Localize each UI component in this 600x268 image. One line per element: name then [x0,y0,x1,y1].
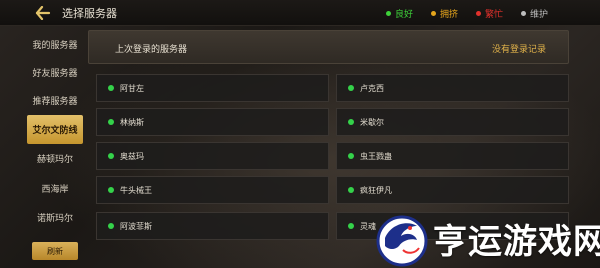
legend-crowded-label: 拥挤 [439,9,458,20]
server-item[interactable]: 阿甘左 [96,74,329,102]
server-item[interactable]: 疯狂伊凡 [336,176,569,204]
legend-crowded: 拥挤 [430,7,458,20]
status-dot [108,119,114,125]
last-login-panel: 上次登录的服务器 没有登录记录 [88,30,569,64]
server-item[interactable]: 卢克西 [336,74,569,102]
status-dot [108,187,114,193]
sidebar-item-norsemyre[interactable]: 诺斯玛尔 [27,203,83,232]
last-login-title: 上次登录的服务器 [115,45,188,55]
refresh-button[interactable]: 刷新 [32,242,78,260]
legend-good-dot [385,10,391,16]
server-name: 奥兹玛 [120,151,144,161]
status-dot [108,153,114,159]
server-item[interactable]: 米歇尔 [336,108,569,136]
legend-maintenance: 维护 [520,7,548,20]
server-name: 卢克西 [360,83,384,93]
server-name: 林纳斯 [120,117,144,127]
sidebar-item-elvenguard[interactable]: 艾尔文防线 [27,115,83,144]
status-dot [108,223,114,229]
status-dot [348,223,354,229]
sidebar-item-recommended[interactable]: 推荐服务器 [27,86,83,115]
server-name: 米歇尔 [360,117,384,127]
legend-busy: 繁忙 [475,7,503,20]
status-dot [348,85,354,91]
legend-busy-label: 繁忙 [484,9,503,20]
server-name: 疯狂伊凡 [360,185,392,195]
status-dot [108,85,114,91]
legend-busy-dot [475,10,481,16]
last-login-record: 没有登录记录 [491,45,546,55]
server-name: 阿甘左 [120,83,144,93]
page-title: 选择服务器 [62,6,117,20]
legend-crowded-dot [430,10,436,16]
server-group-sidebar: 我的服务器 好友服务器 推荐服务器 艾尔文防线 赫顿玛尔 西海岸 诺斯玛尔 刷新 [27,30,83,264]
sidebar-item-west-coast[interactable]: 西海岸 [27,174,83,203]
dragon-logo-icon [376,215,428,267]
back-button[interactable] [30,0,56,26]
server-name: 虫王戮蛊 [360,151,392,161]
legend-maintenance-label: 维护 [529,9,548,20]
status-legend: 良好 拥挤 繁忙 维护 [385,0,548,26]
server-name: 阿波菲斯 [120,221,152,231]
server-item[interactable]: 奥兹玛 [96,142,329,170]
legend-good-label: 良好 [394,9,413,20]
legend-maintenance-dot [520,10,526,16]
legend-good: 良好 [385,7,413,20]
server-name: 牛头械王 [120,185,152,195]
watermark-text: 亨运游戏网 [433,222,600,262]
sidebar-item-my-servers[interactable]: 我的服务器 [27,30,83,59]
top-bar: 选择服务器 良好 拥挤 繁忙 维护 [0,0,600,26]
server-item[interactable]: 阿波菲斯 [96,212,329,240]
server-item[interactable]: 林纳斯 [96,108,329,136]
server-item[interactable]: 牛头械王 [96,176,329,204]
status-dot [348,153,354,159]
sidebar-item-friend-servers[interactable]: 好友服务器 [27,58,83,87]
status-dot [348,119,354,125]
server-item[interactable]: 虫王戮蛊 [336,142,569,170]
status-dot [348,187,354,193]
watermark: 亨运游戏网 [373,210,600,268]
sidebar-item-hendon-myre[interactable]: 赫顿玛尔 [27,144,83,173]
back-arrow-icon [35,5,51,20]
